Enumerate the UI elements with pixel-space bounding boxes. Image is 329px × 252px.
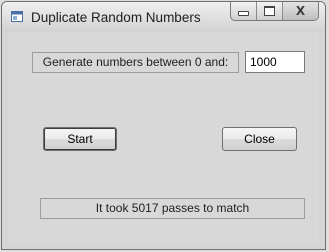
- range-prompt-label: Generate numbers between 0 and:: [32, 52, 239, 73]
- max-number-input[interactable]: [245, 51, 305, 73]
- caption-buttons: X: [230, 2, 319, 21]
- minimize-icon: [238, 10, 249, 16]
- start-button[interactable]: Start: [43, 127, 117, 151]
- maximize-icon: [264, 6, 275, 16]
- close-icon: X: [295, 4, 306, 18]
- status-label: It took 5017 passes to match: [40, 198, 305, 219]
- maximize-button[interactable]: [257, 2, 283, 20]
- title-bar[interactable]: Duplicate Random Numbers X: [2, 2, 325, 32]
- window-title: Duplicate Random Numbers: [31, 10, 201, 25]
- app-window-icon: [11, 11, 23, 22]
- main-window: Duplicate Random Numbers X Generate numb…: [1, 1, 326, 250]
- form-body: Generate numbers between 0 and: Start Cl…: [8, 32, 319, 243]
- window-close-button[interactable]: X: [283, 2, 318, 20]
- minimize-button[interactable]: [231, 2, 257, 20]
- close-button[interactable]: Close: [222, 127, 297, 151]
